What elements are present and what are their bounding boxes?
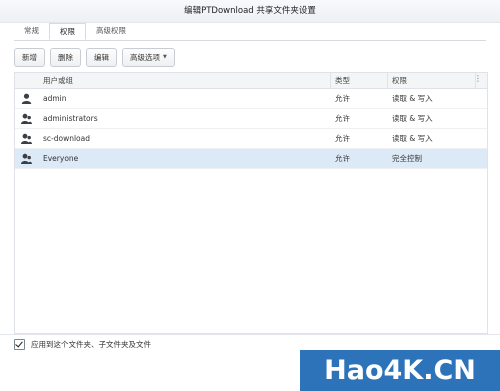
add-button-label: 新增 [22, 53, 37, 62]
apply-to-subfolders-checkbox[interactable] [14, 338, 25, 350]
table-row[interactable]: Everyone 允许 完全控制 [15, 149, 487, 169]
footer-divider [0, 334, 500, 335]
column-header-permission[interactable]: 权限 [392, 73, 407, 88]
delete-button-label: 删除 [58, 53, 73, 62]
watermark-text-domain: .CN [423, 355, 476, 386]
group-users-icon [21, 153, 32, 164]
table-header: 用户或组 类型 权限 ⋮ [15, 73, 487, 89]
row-type: 允许 [335, 114, 350, 123]
edit-button[interactable]: 编辑 [86, 48, 117, 67]
row-type: 允许 [335, 94, 350, 103]
edit-button-label: 编辑 [94, 53, 109, 62]
column-divider[interactable] [330, 73, 331, 88]
tab-divider [14, 40, 486, 41]
apply-to-subfolders-label[interactable]: 应用到这个文件夹、子文件夹及文件 [31, 339, 151, 350]
delete-button[interactable]: 删除 [50, 48, 81, 67]
row-type: 允许 [335, 154, 350, 163]
add-button[interactable]: 新增 [14, 48, 45, 67]
row-permission: 完全控制 [392, 154, 422, 163]
table-row[interactable]: admin 允许 读取 & 写入 [15, 89, 487, 109]
row-type: 允许 [335, 134, 350, 143]
row-permission: 读取 & 写入 [392, 114, 433, 123]
table-row[interactable]: sc-download 允许 读取 & 写入 [15, 129, 487, 149]
advanced-options-label: 高级选项 [130, 53, 160, 62]
group-users-icon [21, 113, 32, 124]
single-user-icon [21, 93, 32, 104]
row-permission: 读取 & 写入 [392, 94, 433, 103]
column-header-type[interactable]: 类型 [335, 73, 350, 88]
column-divider[interactable] [387, 73, 388, 88]
row-user-name: Everyone [43, 154, 79, 163]
window-title: 编辑PTDownload 共享文件夹设置 [0, 0, 500, 23]
advanced-options-dropdown[interactable]: 高级选项 ▼ [122, 48, 175, 67]
tab-advanced-permissions[interactable]: 高级权限 [86, 22, 136, 40]
tab-permissions[interactable]: 权限 [49, 23, 86, 40]
tab-general[interactable]: 常规 [14, 22, 49, 40]
row-user-name: admin [43, 94, 67, 103]
group-users-icon [21, 133, 32, 144]
chevron-down-icon: ▼ [163, 54, 167, 60]
column-menu-icon[interactable]: ⋮ [474, 73, 482, 84]
row-user-name: administrators [43, 114, 98, 123]
watermark-logo: Hao4K.CN [300, 350, 500, 391]
column-header-user-or-group[interactable]: 用户或组 [43, 73, 73, 88]
tab-bar: 常规 权限 高级权限 [14, 22, 136, 40]
permissions-table: 用户或组 类型 权限 ⋮ admin 允许 读取 & 写入 administra… [14, 72, 488, 334]
row-user-name: sc-download [43, 134, 91, 143]
watermark-text-main: Hao4K [324, 355, 424, 386]
row-permission: 读取 & 写入 [392, 134, 433, 143]
toolbar: 新增 删除 编辑 高级选项 ▼ [14, 48, 175, 68]
table-row[interactable]: administrators 允许 读取 & 写入 [15, 109, 487, 129]
